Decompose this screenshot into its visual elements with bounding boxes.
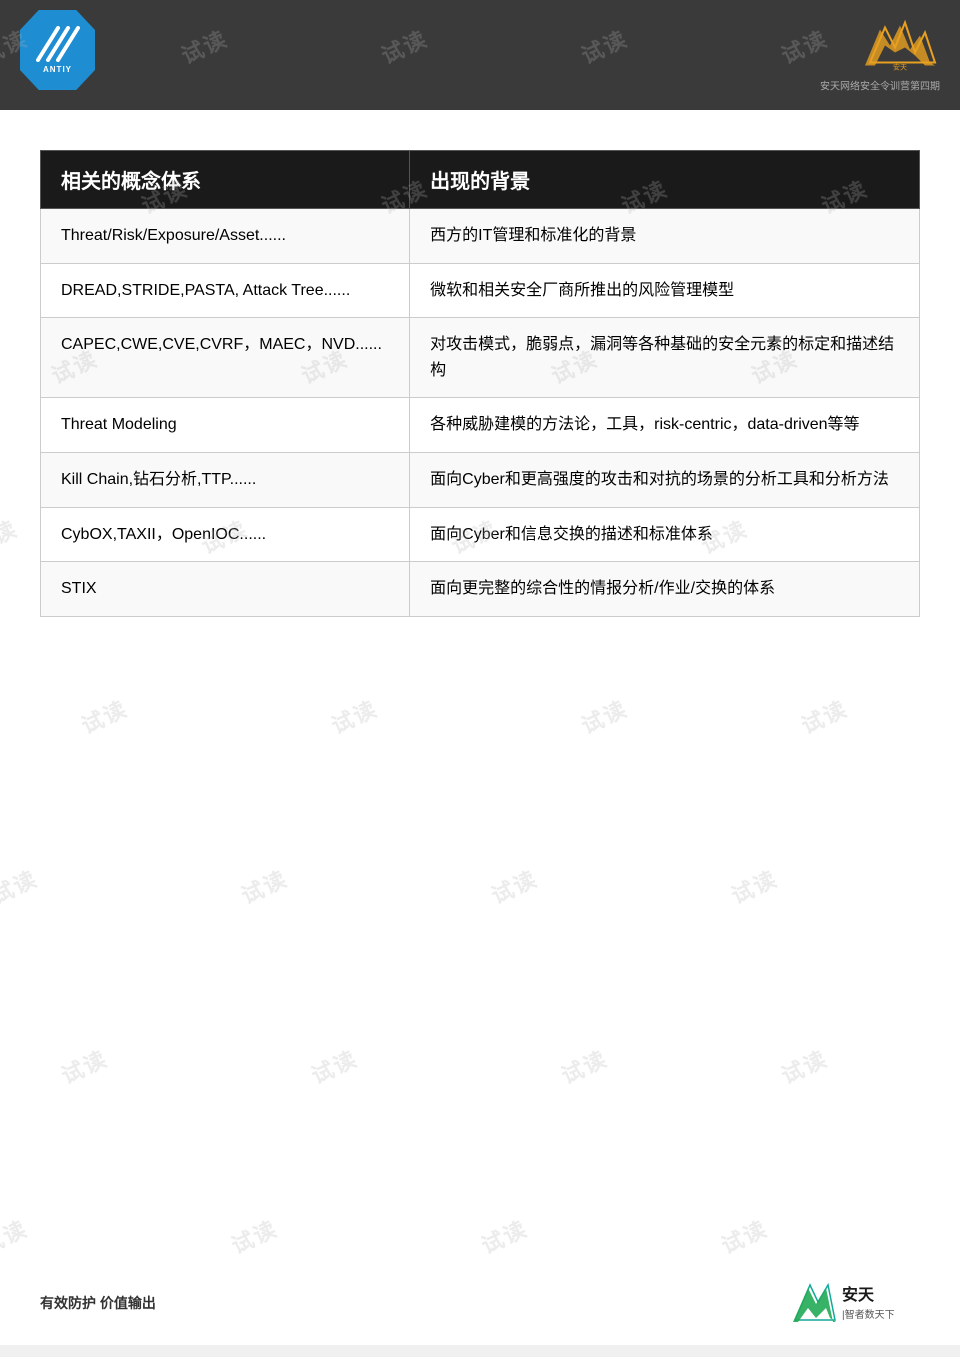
header-brand: 安天 安天网络安全令训营第四期 (820, 18, 940, 93)
table-cell-left: CybOX,TAXII，OpenIOC...... (41, 507, 410, 562)
table-cell-left: DREAD,STRIDE,PASTA, Attack Tree...... (41, 263, 410, 318)
svg-text:安天: 安天 (893, 63, 907, 72)
table-cell-left: Threat/Risk/Exposure/Asset...... (41, 209, 410, 264)
logo-svg (36, 26, 80, 62)
table-cell-left: Kill Chain,钻石分析,TTP...... (41, 452, 410, 507)
page-header: ANTIY 安天 安天网络安全令训营第四期 (0, 0, 960, 110)
svg-text:安天: 安天 (842, 1285, 875, 1304)
table-row: CAPEC,CWE,CVE,CVRF，MAEC，NVD......对攻击模式，脆… (41, 318, 920, 398)
table-header-right: 出现的背景 (410, 151, 920, 209)
table-cell-right: 面向Cyber和更高强度的攻击和对抗的场景的分析工具和分析方法 (410, 452, 920, 507)
table-row: CybOX,TAXII，OpenIOC......面向Cyber和信息交换的描述… (41, 507, 920, 562)
logo-shape: ANTIY (20, 10, 95, 90)
logo-text: ANTIY (43, 65, 72, 74)
table-cell-right: 面向更完整的综合性的情报分析/作业/交换的体系 (410, 562, 920, 617)
table-row: STIX面向更完整的综合性的情报分析/作业/交换的体系 (41, 562, 920, 617)
table-row: Threat Modeling各种威胁建模的方法论，工具，risk-centri… (41, 398, 920, 453)
table-header-left: 相关的概念体系 (41, 151, 410, 209)
table-cell-left: CAPEC,CWE,CVE,CVRF，MAEC，NVD...... (41, 318, 410, 398)
svg-text:|智者数天下: |智者数天下 (842, 1308, 895, 1321)
table-cell-right: 对攻击模式，脆弱点，漏洞等各种基础的安全元素的标定和描述结构 (410, 318, 920, 398)
footer-logo-area: 安天 |智者数天下 (790, 1280, 920, 1325)
logo-container: ANTIY (20, 10, 105, 100)
main-content: 相关的概念体系 出现的背景 Threat/Risk/Exposure/Asset… (0, 110, 960, 1260)
table-cell-right: 微软和相关安全厂商所推出的风险管理模型 (410, 263, 920, 318)
footer-logo-icon: 安天 |智者数天下 (790, 1280, 920, 1325)
brand-logo-icon: 安天 (860, 18, 940, 73)
table-cell-left: Threat Modeling (41, 398, 410, 453)
header-left-text: 相关的概念体系 (61, 171, 201, 193)
brand-subtitle: 安天网络安全令训营第四期 (820, 78, 940, 93)
table-row: Threat/Risk/Exposure/Asset......西方的IT管理和… (41, 209, 920, 264)
table-cell-left: STIX (41, 562, 410, 617)
table-cell-right: 面向Cyber和信息交换的描述和标准体系 (410, 507, 920, 562)
table-cell-right: 西方的IT管理和标准化的背景 (410, 209, 920, 264)
table-cell-right: 各种威胁建模的方法论，工具，risk-centric，data-driven等等 (410, 398, 920, 453)
table-row: DREAD,STRIDE,PASTA, Attack Tree......微软和… (41, 263, 920, 318)
concept-table: 相关的概念体系 出现的背景 Threat/Risk/Exposure/Asset… (40, 150, 920, 617)
page-footer: 有效防护 价值输出 安天 |智者数天下 (0, 1260, 960, 1345)
table-row: Kill Chain,钻石分析,TTP......面向Cyber和更高强度的攻击… (41, 452, 920, 507)
header-right-text: 出现的背景 (430, 171, 530, 193)
footer-text: 有效防护 价值输出 (40, 1293, 156, 1313)
